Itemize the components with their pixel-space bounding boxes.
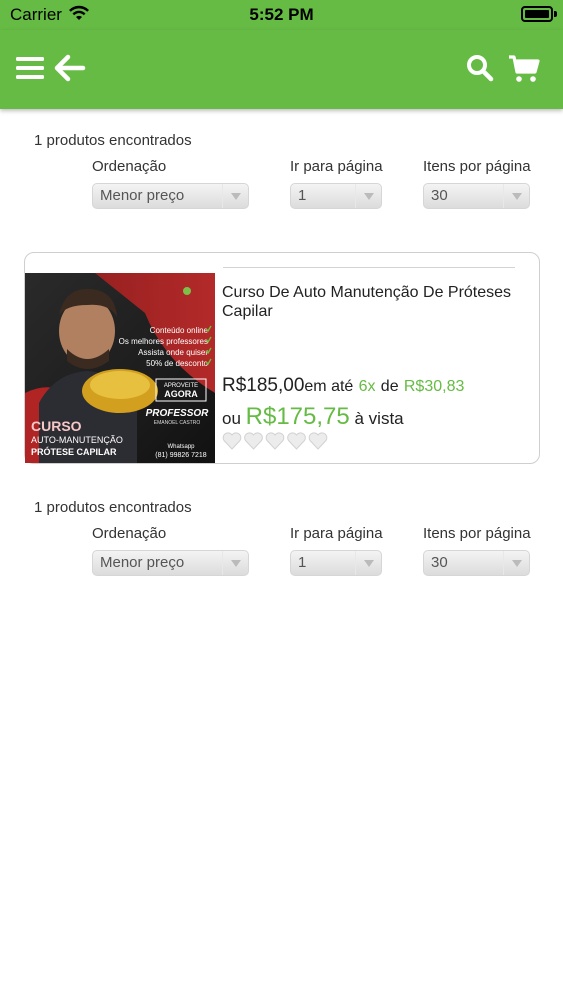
page-select[interactable]: 1 <box>290 183 382 209</box>
sort-label: Ordenação <box>92 525 167 542</box>
image-professor: PROFESSOR <box>146 408 210 419</box>
back-arrow-icon[interactable] <box>54 54 86 82</box>
sort-controls-top: Ordenação Ir para página Itens por págin… <box>0 158 563 218</box>
chevron-down-icon <box>503 551 529 575</box>
image-subtitle-1: AUTO-MANUTENÇÃO <box>31 435 123 445</box>
image-bullet-1: Conteúdo online <box>150 326 209 335</box>
chevron-down-icon <box>355 551 381 575</box>
product-card[interactable]: Conteúdo online Os melhores professores … <box>24 252 540 464</box>
results-count: 1 produtos encontrados <box>34 499 192 516</box>
heart-icon <box>287 432 306 450</box>
rating-hearts <box>222 432 328 450</box>
status-bar: Carrier 5:52 PM <box>0 0 563 30</box>
image-curso: CURSO <box>31 418 82 434</box>
sort-label: Ordenação <box>92 158 167 175</box>
clock: 5:52 PM <box>249 5 314 24</box>
divider <box>223 267 515 268</box>
image-whatsapp-label: Whatsapp <box>167 444 195 450</box>
cash-suffix: à vista <box>354 409 404 428</box>
sort-select-value: Menor preço <box>100 554 185 571</box>
brand-logo-dot <box>183 287 191 295</box>
per-page-label: Itens por página <box>423 525 531 542</box>
menu-icon[interactable] <box>16 54 44 82</box>
image-bullet-3: Assista onde quiser <box>138 348 208 357</box>
search-icon[interactable] <box>466 54 494 82</box>
battery-icon <box>521 6 553 22</box>
cash-price-line: ou R$175,75 à vista <box>222 403 404 431</box>
sort-controls-bottom: Ordenação Ir para página Itens por págin… <box>0 525 563 585</box>
per-page-select-value: 30 <box>431 187 448 204</box>
results-count: 1 produtos encontrados <box>34 132 192 149</box>
image-bullet-4: 50% de desconto <box>146 359 208 368</box>
image-badge-2: AGORA <box>164 389 198 399</box>
image-professor-name: EMANOEL CASTRO <box>154 420 201 426</box>
installment-prefix: em até <box>304 378 354 395</box>
product-price: R$185,00 <box>222 375 305 396</box>
heart-icon <box>308 432 328 450</box>
sort-select[interactable]: Menor preço <box>92 550 249 576</box>
cash-prefix: ou <box>222 409 241 428</box>
per-page-label: Itens por página <box>423 158 531 175</box>
heart-icon <box>244 432 263 450</box>
installment-value: R$30,83 <box>403 378 465 395</box>
heart-icon <box>222 432 242 450</box>
installment-count: 6x <box>358 378 376 395</box>
chevron-down-icon <box>222 551 248 575</box>
image-bullet-2: Os melhores professores <box>119 337 208 346</box>
installment-of: de <box>380 378 399 395</box>
image-subtitle-2: PRÓTESE CAPILAR <box>31 446 117 457</box>
product-title[interactable]: Curso De Auto Manutenção De Próteses Cap… <box>222 283 522 321</box>
price-line: R$185,00em até 6x de R$30,83 <box>222 375 464 397</box>
page-label: Ir para página <box>290 158 383 175</box>
page-select-value: 1 <box>298 554 307 571</box>
page-select-value: 1 <box>298 187 307 204</box>
chevron-down-icon <box>222 184 248 208</box>
page-select[interactable]: 1 <box>290 550 382 576</box>
per-page-select[interactable]: 30 <box>423 183 530 209</box>
image-whatsapp-number: (81) 99826 7218 <box>155 452 206 459</box>
per-page-select[interactable]: 30 <box>423 550 530 576</box>
sort-select-value: Menor preço <box>100 187 185 204</box>
heart-icon <box>265 432 285 450</box>
battery-nub <box>554 11 557 17</box>
sort-select[interactable]: Menor preço <box>92 183 249 209</box>
cart-icon[interactable] <box>508 54 540 84</box>
nav-bar <box>0 30 563 109</box>
chevron-down-icon <box>503 184 529 208</box>
chevron-down-icon <box>355 184 381 208</box>
cash-price: R$175,75 <box>245 403 350 430</box>
product-image[interactable]: Conteúdo online Os melhores professores … <box>25 273 215 463</box>
page-label: Ir para página <box>290 525 383 542</box>
per-page-select-value: 30 <box>431 554 448 571</box>
